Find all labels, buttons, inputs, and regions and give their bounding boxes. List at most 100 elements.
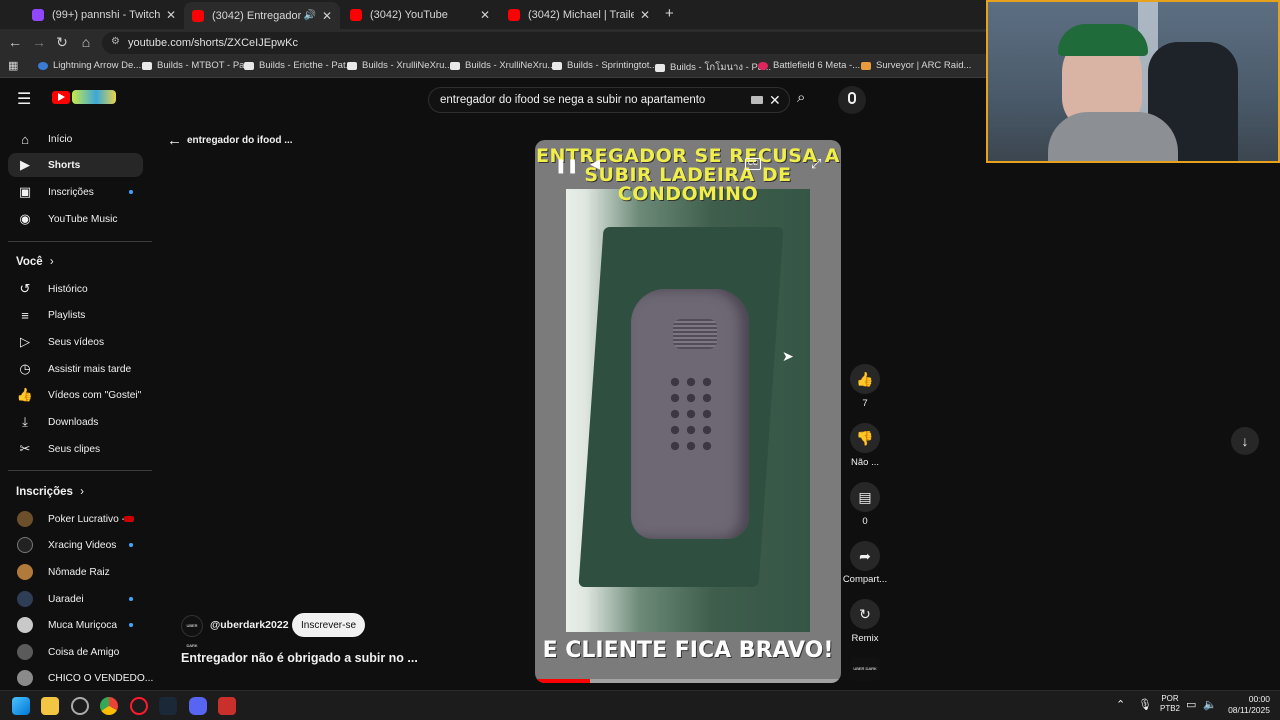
- volume-icon[interactable]: 🔈: [1203, 698, 1217, 711]
- sidebar-item-label: YouTube Music: [48, 213, 118, 225]
- tab-michael-trailer[interactable]: (3042) Michael | Trailer Oficial - ✕: [500, 4, 658, 26]
- bookmark-label: Builds - Ericthe - Pat...: [259, 60, 354, 71]
- sidebar-item-downloads[interactable]: ⤓ Downloads: [0, 410, 152, 434]
- remix-button[interactable]: ↻: [850, 599, 880, 629]
- voicemeeter-icon[interactable]: [218, 697, 236, 715]
- sidebar-item-playlists[interactable]: ≡ Playlists: [0, 303, 152, 327]
- bookmark-item[interactable]: Builds - XrulliNeXru...: [347, 60, 452, 71]
- youtube-logo-icon[interactable]: [52, 91, 70, 104]
- chevron-up-icon[interactable]: ⌃: [1116, 698, 1125, 711]
- back-arrow-icon[interactable]: ←: [167, 132, 182, 149]
- file-explorer-icon[interactable]: [41, 697, 59, 715]
- subscriptions-section-heading[interactable]: Inscrições ›: [16, 486, 84, 498]
- reload-icon[interactable]: ↻: [53, 34, 71, 51]
- menu-hamburger-icon[interactable]: ☰: [17, 89, 31, 109]
- clock[interactable]: 00:00 08/11/2025: [1224, 694, 1270, 716]
- windows-start-icon[interactable]: [12, 697, 30, 715]
- captions-icon[interactable]: CC: [745, 158, 761, 170]
- network-icon[interactable]: ▭: [1186, 698, 1196, 711]
- pause-icon[interactable]: ❚❚: [555, 157, 578, 174]
- comments-button[interactable]: ▤: [850, 482, 880, 512]
- dislike-button[interactable]: 👎: [850, 423, 880, 453]
- tab-twitch[interactable]: (99+) pannshi - Twitch ✕: [24, 4, 184, 26]
- sidebar-item-label: Inscrições: [48, 186, 94, 198]
- channel-avatar: [17, 644, 33, 660]
- windows-taskbar: ⌃ 🎙 POR PTB2 ▭ 🔈 00:00 08/11/2025: [0, 690, 1280, 720]
- comment-count: 0: [862, 516, 868, 527]
- bookmark-item[interactable]: Builds - Ericthe - Pat...: [244, 60, 354, 71]
- sidebar-item-youtube-music[interactable]: ◉ YouTube Music: [0, 207, 152, 231]
- bookmark-label: Builds - MTBOT - Pa...: [157, 60, 253, 71]
- bookmark-item[interactable]: Surveyor | ARC Raid...: [861, 60, 971, 71]
- sidebar-item-shorts[interactable]: ▶ Shorts: [8, 153, 143, 177]
- search-icon[interactable]: ⌕: [797, 89, 805, 106]
- sidebar-item-liked-videos[interactable]: 👍 Vídeos com "Gostei": [0, 383, 152, 407]
- channel-avatar: [17, 537, 33, 553]
- language-indicator[interactable]: POR PTB2: [1160, 694, 1180, 714]
- sidebar-item-home[interactable]: ⌂ Início: [0, 127, 152, 151]
- subscription-item[interactable]: Coisa de Amigo: [0, 640, 152, 664]
- back-arrow-icon[interactable]: ←: [6, 34, 24, 50]
- history-icon: ↺: [19, 281, 31, 296]
- fullscreen-icon[interactable]: ⤢: [811, 156, 821, 172]
- bookmark-item[interactable]: Builds - Sprintingtot...: [552, 60, 657, 71]
- forward-arrow-icon[interactable]: →: [30, 34, 48, 50]
- search-input[interactable]: entregador do ifood se nega a subir no a…: [428, 87, 790, 113]
- bookmark-item[interactable]: Builds - MTBOT - Pa...: [142, 60, 252, 71]
- sidebar-item-watch-later[interactable]: ◷ Assistir mais tarde: [0, 357, 152, 381]
- bookmark-item[interactable]: Lightning Arrow De...: [38, 60, 141, 71]
- microphone-icon[interactable]: 🎙: [1138, 698, 1152, 711]
- channel-handle[interactable]: @uberdark2022: [210, 619, 289, 631]
- clear-search-icon[interactable]: ✕: [769, 92, 781, 109]
- new-content-dot: [129, 190, 133, 194]
- subscription-item[interactable]: Xracing Videos: [0, 533, 152, 557]
- bookmark-item[interactable]: Builds - โกโมนาง - Pa...: [655, 60, 771, 75]
- close-tab-icon[interactable]: ✕: [640, 8, 650, 22]
- subscription-item[interactable]: CHICO O VENDEDO...: [0, 666, 153, 690]
- close-tab-icon[interactable]: ✕: [480, 8, 490, 22]
- bookmark-label: Builds - XrulliNeXru...: [362, 60, 453, 71]
- address-bar[interactable]: ⚙ youtube.com/shorts/ZXCeIJEpwKc: [102, 32, 1002, 54]
- site-info-icon[interactable]: ⚙: [111, 36, 120, 47]
- share-button[interactable]: ➦: [850, 541, 880, 571]
- liked-icon: 👍: [16, 387, 34, 402]
- tab-current-short[interactable]: (3042) Entregador não é obriga 🔊 ✕: [184, 2, 340, 29]
- voice-search-button[interactable]: [838, 86, 866, 114]
- opera-icon[interactable]: [130, 697, 148, 715]
- obs-icon[interactable]: [71, 697, 89, 715]
- sidebar-item-label: Xracing Videos: [48, 539, 117, 551]
- music-icon: ◉: [19, 211, 31, 226]
- chrome-icon[interactable]: [100, 697, 118, 715]
- channel-avatar[interactable]: UBER DARK: [181, 615, 203, 648]
- subscription-item[interactable]: Poker Lucrativo -...: [0, 507, 152, 531]
- short-video-player[interactable]: ENTREGADOR SE RECUSA A SUBIR LADEIRA DE …: [535, 140, 841, 683]
- new-tab-button[interactable]: +: [665, 5, 674, 22]
- subscription-item[interactable]: Nômade Raiz: [0, 560, 152, 584]
- subscribe-button[interactable]: Inscrever-se: [292, 613, 365, 637]
- sidebar-item-your-videos[interactable]: ▷ Seus vídeos: [0, 330, 152, 354]
- sidebar-item-subscriptions[interactable]: ▣ Inscrições: [0, 180, 152, 204]
- sound-source-thumbnail[interactable]: UBER DARK: [850, 657, 880, 681]
- like-button[interactable]: 👍: [850, 364, 880, 394]
- subscription-item[interactable]: Uaradei: [0, 587, 152, 611]
- bookmark-item[interactable]: Battlefield 6 Meta -...: [758, 60, 860, 71]
- short-title[interactable]: Entregador não é obrigado a subir no ...: [181, 651, 418, 665]
- close-tab-icon[interactable]: ✕: [166, 8, 176, 22]
- sidebar-item-history[interactable]: ↺ Histórico: [0, 277, 152, 301]
- keyboard-icon[interactable]: [751, 96, 763, 104]
- bookmark-item[interactable]: Builds - XrulliNeXru...: [450, 60, 555, 71]
- sidebar-item-clips[interactable]: ✂ Seus clipes: [0, 437, 152, 461]
- progress-track[interactable]: [535, 679, 841, 683]
- next-short-button[interactable]: ↓: [1231, 427, 1259, 455]
- home-button-icon[interactable]: ⌂: [77, 34, 95, 50]
- steam-icon[interactable]: [159, 697, 177, 715]
- doodle-logo-icon[interactable]: [72, 90, 116, 104]
- volume-icon[interactable]: ◀: [590, 156, 600, 172]
- speaker-icon[interactable]: 🔊: [303, 10, 315, 21]
- discord-icon[interactable]: [189, 697, 207, 715]
- close-tab-icon[interactable]: ✕: [322, 9, 332, 23]
- you-section-heading[interactable]: Você ›: [16, 256, 54, 268]
- subscription-item[interactable]: Muca Muriçoca: [0, 613, 152, 637]
- tab-youtube[interactable]: (3042) YouTube ✕: [342, 4, 498, 26]
- apps-grid-icon[interactable]: ▦: [8, 59, 18, 72]
